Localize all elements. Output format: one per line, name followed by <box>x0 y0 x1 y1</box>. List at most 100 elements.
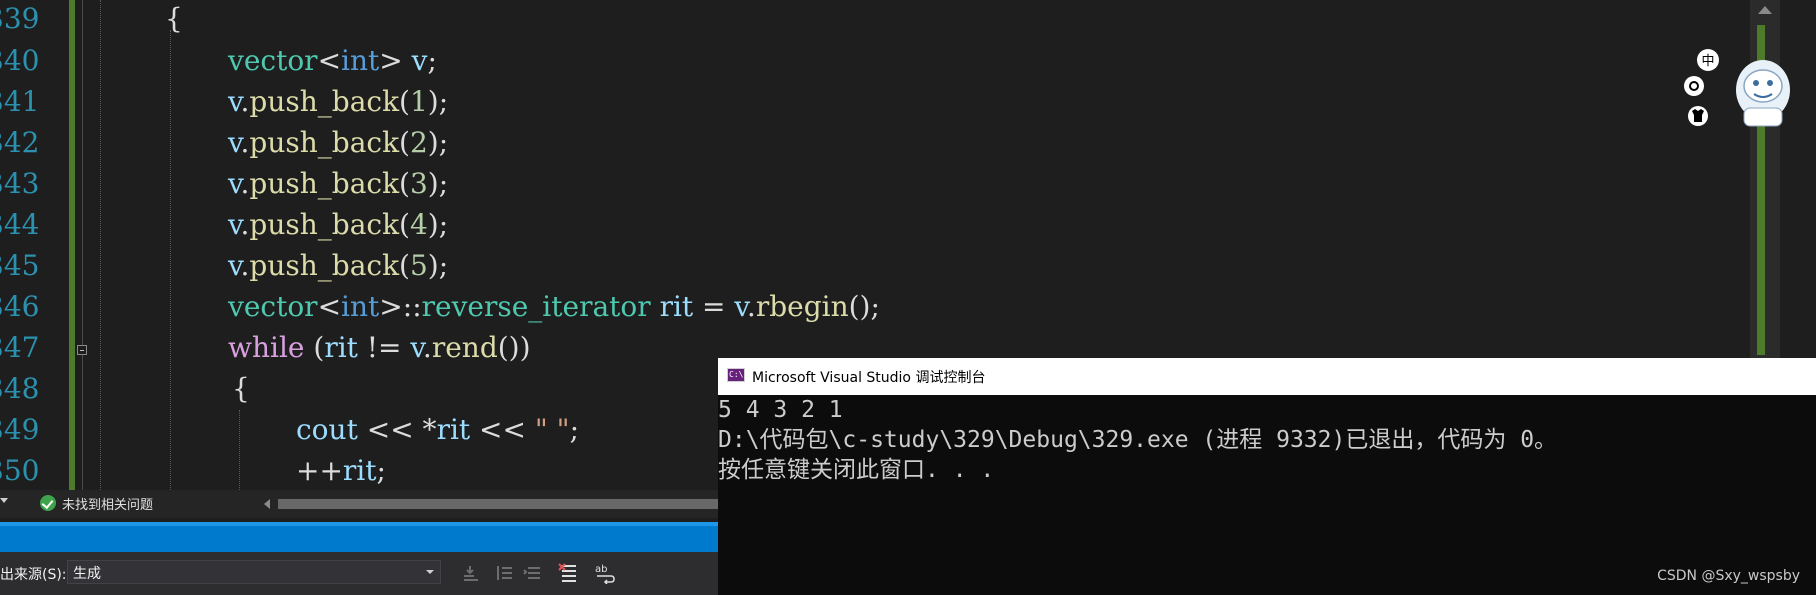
code-token: >:: <box>379 290 422 323</box>
line-number: 340 <box>0 44 40 77</box>
code-token: ); <box>427 85 449 118</box>
code-token: ; <box>427 44 437 77</box>
ime-mode-label: 中 <box>1701 54 1714 69</box>
line-number: 341 <box>0 85 40 118</box>
code-text: vector<int>::reverse_iterator rit = v.rb… <box>228 286 880 327</box>
change-tracking-bar <box>69 0 75 490</box>
output-source-value: 生成 <box>73 566 101 582</box>
code-token: ; <box>376 454 386 487</box>
code-text: vector<int> v; <box>228 40 437 81</box>
code-text: ++rit; <box>296 450 386 490</box>
code-token: << * <box>357 413 437 446</box>
code-token: while <box>228 331 305 364</box>
code-token: ( <box>399 249 410 282</box>
code-token: < <box>317 290 342 323</box>
code-text: { <box>165 0 183 39</box>
line-number: 350 <box>0 454 40 487</box>
console-title: Microsoft Visual Studio 调试控制台 <box>752 370 986 386</box>
code-token: v <box>228 208 241 241</box>
output-panel-title-bar <box>0 522 720 552</box>
line-number: 343 <box>0 167 40 200</box>
word-wrap-icon[interactable]: ab <box>594 562 616 584</box>
code-token: v <box>411 44 428 77</box>
indent-guide <box>100 0 101 490</box>
code-token: != <box>357 331 411 364</box>
code-token: rit <box>436 413 471 446</box>
code-token: << <box>470 413 535 446</box>
code-token: v <box>410 331 423 364</box>
code-token: rit <box>342 454 377 487</box>
code-token: ; <box>569 413 579 446</box>
horizontal-scroll-thumb[interactable] <box>278 499 718 509</box>
code-token: 1 <box>409 85 428 118</box>
line-number: 339 <box>0 2 40 35</box>
error-list-status-strip: 未找到相关问题 <box>0 490 720 518</box>
line-number: 344 <box>0 208 40 241</box>
console-title-bar[interactable]: C:\ Microsoft Visual Studio 调试控制台 <box>718 358 1816 395</box>
code-token: push_back <box>249 249 400 282</box>
dropdown-arrow-icon[interactable] <box>0 498 8 503</box>
code-token: vector <box>228 44 318 77</box>
check-circle-icon <box>40 495 56 511</box>
code-token: rbegin <box>755 290 849 323</box>
line-number: 342 <box>0 126 40 159</box>
code-token: < <box>317 44 342 77</box>
indent-guide <box>239 410 240 490</box>
chevron-down-icon <box>426 570 434 574</box>
code-text: v.push_back(1); <box>228 81 448 122</box>
code-token: int <box>341 290 380 323</box>
code-token: ); <box>427 167 449 200</box>
code-text: v.push_back(5); <box>228 245 448 286</box>
floating-ime-widget[interactable]: 中 <box>1680 48 1800 133</box>
code-token: ); <box>427 126 449 159</box>
code-token: rit <box>324 331 358 364</box>
code-token: v <box>228 85 241 118</box>
settings-icon[interactable] <box>1684 76 1704 96</box>
code-token: v <box>228 126 241 159</box>
code-text: cout << *rit << " "; <box>296 409 579 450</box>
code-token: ( <box>399 208 410 241</box>
code-token: 2 <box>409 126 428 159</box>
console-output-line: 按任意键关闭此窗口. . . <box>718 457 995 483</box>
previous-message-icon[interactable] <box>496 562 518 584</box>
ime-mode-icon[interactable]: 中 <box>1697 49 1719 71</box>
code-token: { <box>232 372 250 405</box>
go-to-location-icon[interactable] <box>460 562 482 584</box>
code-token: rit <box>659 290 694 323</box>
collapse-toggle[interactable] <box>77 345 87 355</box>
csdn-watermark: CSDN @Sxy_wspsby <box>1657 568 1800 584</box>
code-token: v <box>228 249 241 282</box>
code-token: vector <box>228 290 318 323</box>
issues-status-text: 未找到相关问题 <box>62 498 154 513</box>
scroll-left-arrow-icon[interactable] <box>264 499 270 509</box>
scroll-up-arrow-icon[interactable] <box>1758 6 1772 14</box>
code-token: = <box>693 290 735 323</box>
code-token: ( <box>399 167 410 200</box>
skin-icon[interactable] <box>1688 106 1708 126</box>
output-source-select[interactable]: 生成 <box>67 560 441 584</box>
code-text: v.push_back(4); <box>228 204 448 245</box>
code-text: while (rit != v.rend()) <box>228 327 531 368</box>
code-token: int <box>341 44 380 77</box>
output-source-label: 出来源(S): <box>0 567 67 583</box>
next-message-icon[interactable] <box>522 562 544 584</box>
clear-all-icon[interactable] <box>558 562 580 584</box>
code-token: v <box>734 290 747 323</box>
code-token: (); <box>848 290 880 323</box>
code-token: ++ <box>296 454 343 487</box>
output-toolbar: 出来源(S): 生成 ab <box>0 552 720 595</box>
line-number: 349 <box>0 413 40 446</box>
console-output-line: D:\代码包\c-study\329\Debug\329.exe (进程 933… <box>718 427 1558 453</box>
debug-console-window[interactable]: C:\ Microsoft Visual Studio 调试控制台 5 4 3 … <box>718 358 1816 595</box>
code-token: push_back <box>249 208 400 241</box>
code-token: 4 <box>409 208 428 241</box>
code-text: v.push_back(3); <box>228 163 448 204</box>
code-token: 3 <box>409 167 428 200</box>
code-token: push_back <box>249 126 400 159</box>
line-number: 347 <box>0 331 40 364</box>
code-token: push_back <box>249 85 400 118</box>
code-token: . <box>746 290 756 323</box>
code-token: ( <box>399 85 410 118</box>
code-token: " " <box>534 413 570 446</box>
console-app-icon: C:\ <box>727 368 745 382</box>
